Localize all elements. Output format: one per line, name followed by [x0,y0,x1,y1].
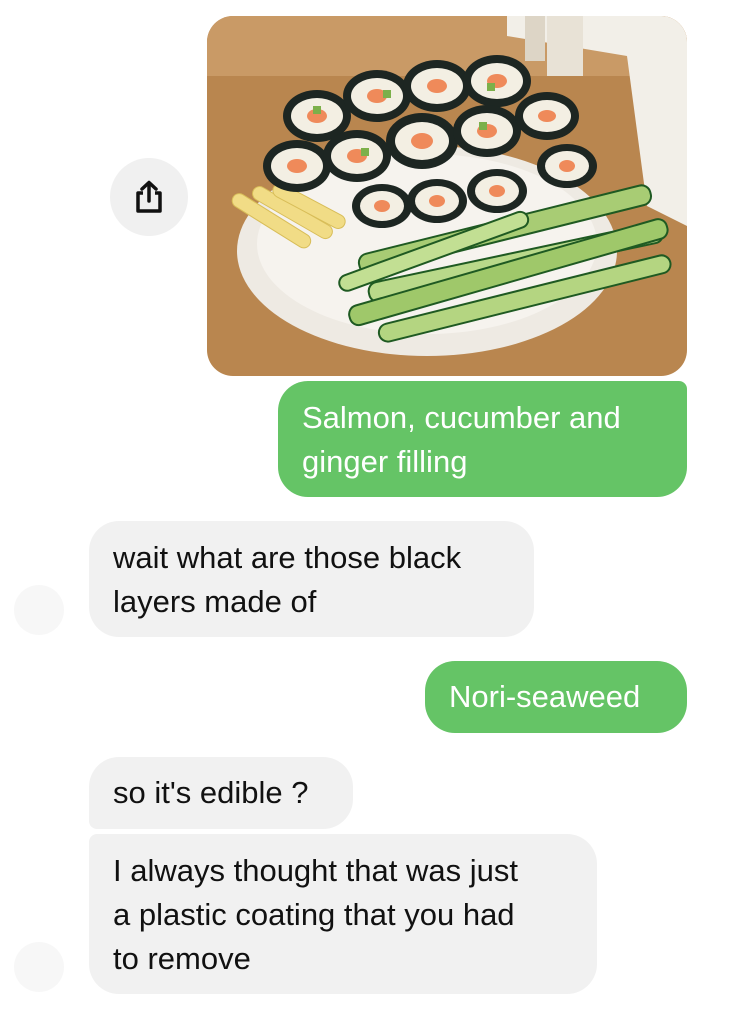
sushi-plate-photo[interactable] [207,16,687,376]
message-thread: Salmon, cucumber and ginger filling wait… [0,0,735,1014]
avatar[interactable] [14,585,64,635]
message-bubble-incoming[interactable]: wait what are those black layers made of [89,521,534,637]
photo-image [207,16,687,376]
share-button[interactable] [110,158,188,236]
message-bubble-incoming[interactable]: so it's edible ? [89,757,353,829]
message-bubble-outgoing[interactable]: Salmon, cucumber and ginger filling [278,381,687,497]
avatar[interactable] [14,942,64,992]
message-bubble-outgoing[interactable]: Nori-seaweed [425,661,687,733]
share-icon [136,180,162,213]
message-bubble-incoming[interactable]: I always thought that was just a plastic… [89,834,597,994]
